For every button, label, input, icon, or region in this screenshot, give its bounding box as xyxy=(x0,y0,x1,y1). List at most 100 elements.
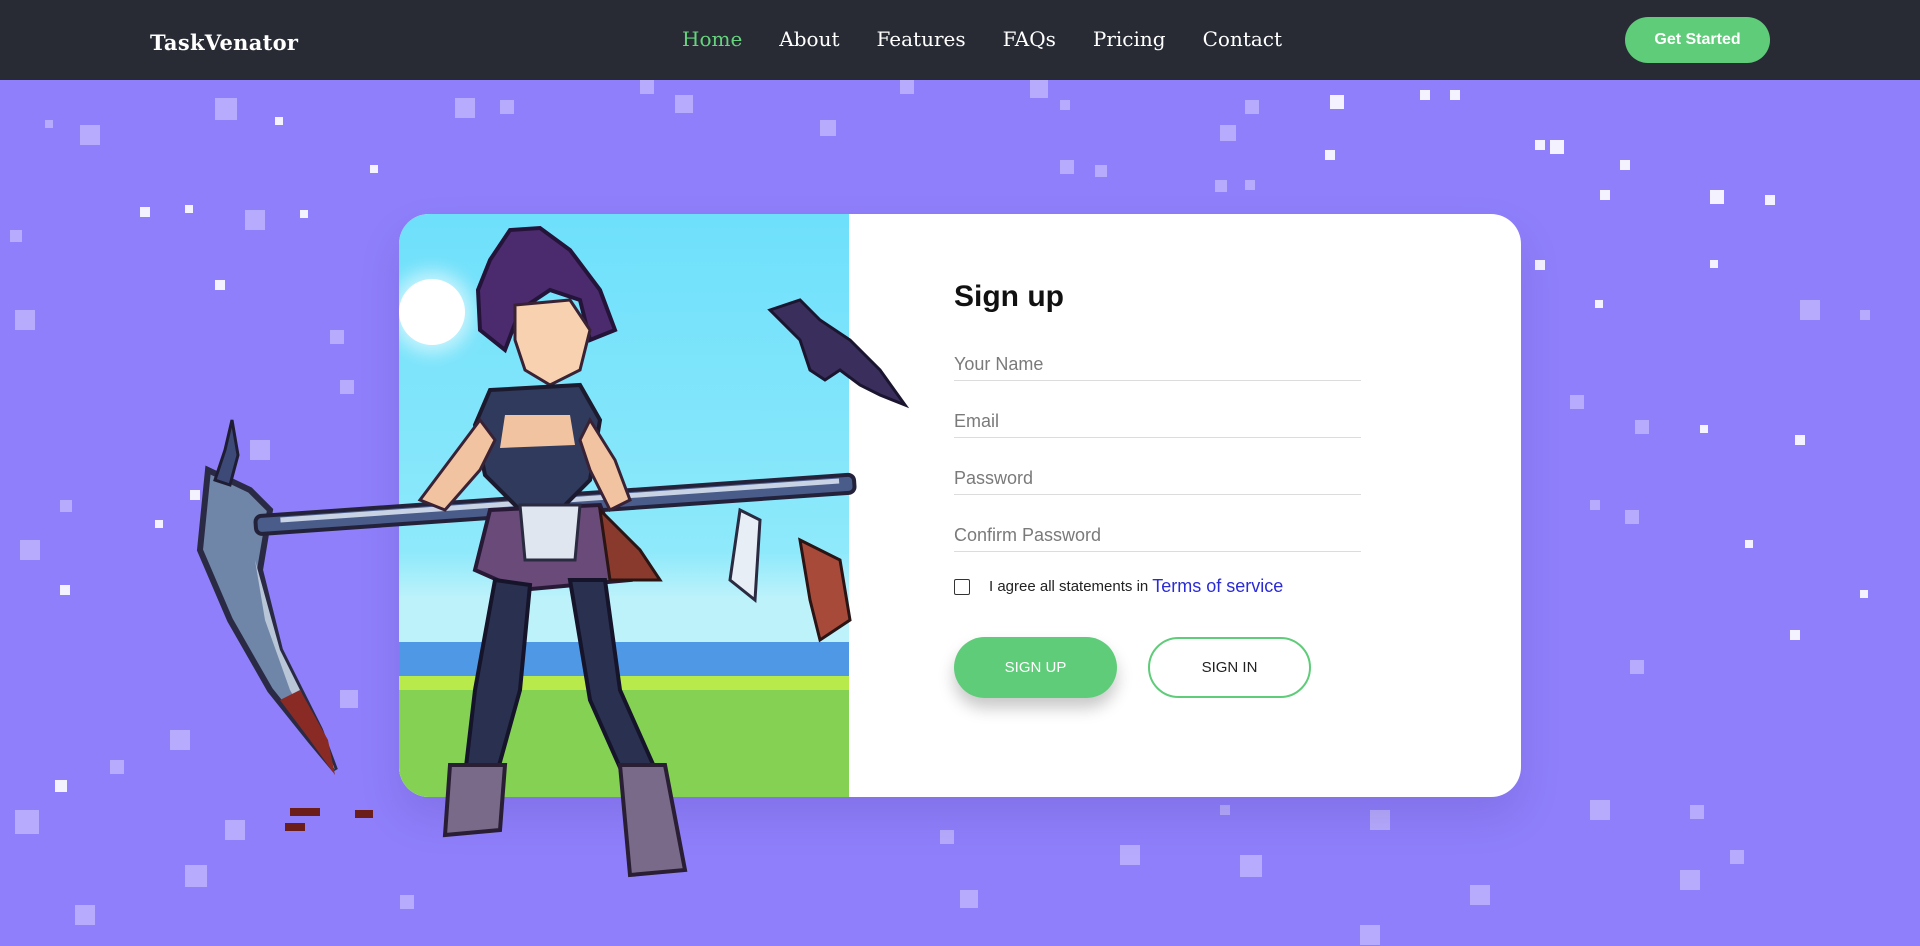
nav-about[interactable]: About xyxy=(779,27,839,51)
crow-icon xyxy=(767,298,910,409)
pixel-speck xyxy=(10,230,22,242)
pixel-character-illustration xyxy=(196,225,910,878)
pixel-speck xyxy=(1800,300,1820,320)
pixel-speck xyxy=(1120,845,1140,865)
pixel-speck xyxy=(1215,180,1227,192)
pixel-speck xyxy=(1745,540,1753,548)
staff-ribbon-red xyxy=(798,537,852,643)
pixel-speck xyxy=(1860,590,1868,598)
brand-logo[interactable]: TaskVenator xyxy=(150,30,298,55)
pixel-speck xyxy=(940,830,954,844)
pixel-speck xyxy=(185,205,193,213)
pixel-speck xyxy=(60,500,72,512)
pixel-speck xyxy=(1450,90,1460,100)
pixel-speck xyxy=(300,210,308,218)
blood-drop xyxy=(285,823,305,831)
pixel-speck xyxy=(80,125,100,145)
pixel-speck xyxy=(1245,100,1259,114)
nav-links: Home About Features FAQs Pricing Contact xyxy=(682,27,1319,51)
sign-up-button[interactable]: SIGN UP xyxy=(954,637,1117,698)
sign-in-button[interactable]: SIGN IN xyxy=(1148,637,1311,698)
pixel-speck xyxy=(1470,885,1490,905)
pixel-speck xyxy=(1690,805,1704,819)
pixel-speck xyxy=(60,585,70,595)
character-apron xyxy=(518,503,582,562)
character-face xyxy=(513,298,592,387)
pixel-speck xyxy=(1535,260,1545,270)
pixel-speck xyxy=(820,120,836,136)
pixel-speck xyxy=(45,120,53,128)
pixel-speck xyxy=(1220,805,1230,815)
email-input[interactable] xyxy=(954,405,1361,438)
pixel-speck xyxy=(55,780,67,792)
pixel-speck xyxy=(370,165,378,173)
confirm-password-input[interactable] xyxy=(954,519,1361,552)
pixel-speck xyxy=(1535,140,1545,150)
nav-faqs[interactable]: FAQs xyxy=(1003,27,1056,51)
pixel-speck xyxy=(1030,80,1048,98)
pixel-speck xyxy=(1765,195,1775,205)
blood-drop xyxy=(290,808,320,816)
character-left-boot xyxy=(442,763,508,838)
form-title: Sign up xyxy=(954,280,1064,313)
pixel-speck xyxy=(1360,925,1380,945)
nav-contact[interactable]: Contact xyxy=(1203,27,1282,51)
pixel-speck xyxy=(1370,810,1390,830)
character-right-leg xyxy=(567,578,663,793)
form-buttons: SIGN UP SIGN IN xyxy=(954,637,1364,698)
get-started-button[interactable]: Get Started xyxy=(1625,17,1770,63)
pixel-speck xyxy=(640,80,654,94)
character-left-arm xyxy=(417,417,497,512)
pixel-speck xyxy=(1590,500,1600,510)
pixel-speck xyxy=(1700,425,1708,433)
nav-home[interactable]: Home xyxy=(682,27,742,51)
pixel-speck xyxy=(1240,855,1262,877)
scythe-horn xyxy=(213,419,240,487)
pixel-speck xyxy=(140,207,150,217)
pixel-speck xyxy=(455,98,475,118)
pixel-speck xyxy=(500,100,514,114)
staff-ribbon xyxy=(728,507,762,603)
pixel-speck xyxy=(275,117,283,125)
name-input[interactable] xyxy=(954,348,1361,381)
top-navbar: TaskVenator Home About Features FAQs Pri… xyxy=(0,0,1920,80)
pixel-speck xyxy=(1060,100,1070,110)
pixel-speck xyxy=(400,895,414,909)
pixel-speck xyxy=(1625,510,1639,524)
pixel-speck xyxy=(1570,395,1584,409)
password-input[interactable] xyxy=(954,462,1361,495)
pixel-speck xyxy=(15,310,35,330)
pixel-speck xyxy=(1795,435,1805,445)
pixel-speck xyxy=(20,540,40,560)
pixel-speck xyxy=(215,98,237,120)
pixel-speck xyxy=(1595,300,1603,308)
pixel-speck xyxy=(900,80,914,94)
pixel-speck xyxy=(1730,850,1744,864)
character-right-boot xyxy=(617,763,688,878)
pixel-speck xyxy=(1710,190,1724,204)
terms-checkbox[interactable] xyxy=(954,578,970,595)
pixel-speck xyxy=(1330,95,1344,109)
pixel-speck xyxy=(1680,870,1700,890)
pixel-speck xyxy=(1630,660,1644,674)
character-chest xyxy=(500,415,575,448)
agree-text: I agree all statements in xyxy=(989,578,1149,595)
nav-pricing[interactable]: Pricing xyxy=(1093,27,1166,51)
pixel-speck xyxy=(1790,630,1800,640)
character-cape xyxy=(597,505,663,582)
terms-of-service-link[interactable]: Terms of service xyxy=(1152,576,1283,597)
blood-drop xyxy=(355,810,373,818)
pixel-speck xyxy=(110,760,124,774)
pixel-speck xyxy=(75,905,95,925)
pixel-speck xyxy=(960,890,978,908)
pixel-speck xyxy=(1550,140,1564,154)
pixel-speck xyxy=(1860,310,1870,320)
pixel-speck xyxy=(1325,150,1335,160)
signup-form: Sign up I agree all statements in Terms … xyxy=(954,280,1364,698)
pixel-speck xyxy=(1620,160,1630,170)
nav-features[interactable]: Features xyxy=(877,27,966,51)
pixel-speck xyxy=(1060,160,1074,174)
pixel-speck xyxy=(1710,260,1718,268)
pixel-speck xyxy=(1590,800,1610,820)
pixel-speck xyxy=(1095,165,1107,177)
